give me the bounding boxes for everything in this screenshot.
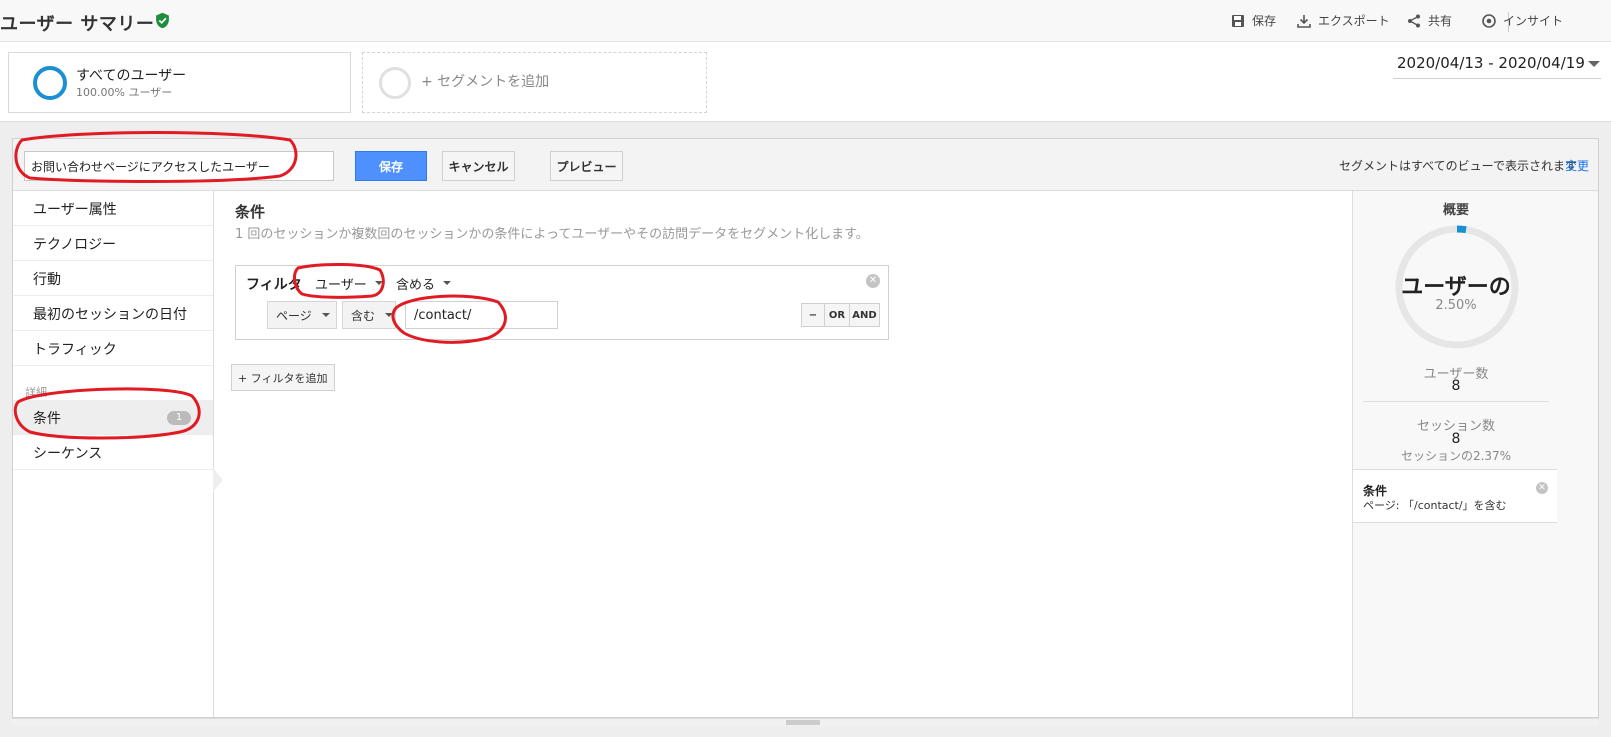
- operator-value: 含む: [351, 308, 376, 323]
- empty-segment-ring-icon: [379, 67, 411, 99]
- insights-button[interactable]: インサイト: [1481, 12, 1563, 29]
- summary-panel: 概要 ユーザーの 2.50% ユーザー数 8 セッション数 8 セッションの2.…: [1352, 191, 1598, 717]
- remove-condition-button[interactable]: −: [801, 303, 825, 327]
- segment-share: 100.00% ユーザー: [76, 86, 173, 99]
- condition-value-input[interactable]: [405, 301, 558, 329]
- nav-advanced-header: 詳細: [25, 386, 47, 399]
- segment-editor: 保存 キャンセル プレビュー セグメントはすべてのビューで表示されます 変更 ユ…: [12, 138, 1599, 718]
- filter-include-value: 含める: [396, 277, 436, 293]
- export-button[interactable]: エクスポート: [1296, 12, 1390, 29]
- sessions-value: 8: [1451, 431, 1461, 447]
- insights-icon: [1482, 13, 1496, 28]
- share-icon: [1408, 14, 1420, 27]
- add-segment-button[interactable]: + セグメントを追加: [362, 52, 707, 113]
- summary-percent: 2.50%: [1435, 298, 1477, 313]
- nav-item-demographics[interactable]: ユーザー属性: [13, 191, 213, 226]
- nav-item-sequences[interactable]: シーケンス: [13, 435, 213, 470]
- summary-condition-text: ページ: 「/contact/」を含む: [1363, 499, 1507, 512]
- sessions-percent: セッションの2.37%: [1400, 449, 1512, 463]
- filter-block: フィルタ ユーザー 含める ✕ ページ 含む − OR AND: [235, 265, 889, 340]
- nav-item-first-session-date[interactable]: 最初のセッションの日付: [13, 296, 213, 331]
- filter-include-dropdown[interactable]: 含める: [396, 273, 452, 293]
- chevron-down-icon[interactable]: [1588, 61, 1600, 67]
- summary-condition-card: 条件 ページ: 「/contact/」を含む ✕: [1353, 469, 1557, 523]
- conditions-count-badge: 1: [167, 411, 191, 425]
- filter-scope-value: ユーザー: [315, 277, 367, 293]
- filter-scope-dropdown[interactable]: ユーザー: [311, 273, 387, 293]
- verified-shield-icon: [156, 12, 169, 29]
- download-icon: [1297, 14, 1311, 28]
- summary-title: 概要: [1442, 203, 1469, 218]
- dimension-dropdown[interactable]: ページ: [267, 301, 337, 329]
- users-value: 8: [1451, 378, 1461, 394]
- visibility-note: セグメントはすべてのビューで表示されます: [1339, 159, 1577, 173]
- remove-condition-icon[interactable]: ✕: [1536, 482, 1548, 494]
- add-filter-button[interactable]: + フィルタを追加: [231, 364, 335, 391]
- date-range-underline: [1393, 78, 1601, 79]
- remove-filter-icon[interactable]: ✕: [866, 274, 880, 288]
- save-report-button[interactable]: 保存: [1230, 12, 1276, 29]
- selected-nav-pointer: [213, 468, 223, 492]
- share-label: 共有: [1428, 14, 1453, 28]
- segment-editor-toolbar: 保存 キャンセル プレビュー セグメントはすべてのビューで表示されます 変更: [13, 139, 1598, 191]
- date-range-picker[interactable]: 2020/04/13 - 2020/04/19: [1397, 54, 1585, 72]
- and-button[interactable]: AND: [849, 303, 880, 327]
- cancel-button[interactable]: キャンセル: [442, 151, 515, 181]
- dimension-value: ページ: [276, 308, 312, 323]
- insights-label: インサイト: [1503, 14, 1564, 28]
- chevron-down-icon: [385, 313, 394, 317]
- nav-item-conditions[interactable]: 条件 1: [13, 400, 213, 435]
- change-visibility-link[interactable]: 変更: [1565, 157, 1589, 174]
- export-label: エクスポート: [1318, 14, 1390, 28]
- filter-label: フィルタ: [246, 277, 302, 293]
- share-button[interactable]: 共有: [1406, 12, 1452, 29]
- save-icon: [1232, 14, 1244, 27]
- chevron-down-icon: [443, 281, 452, 285]
- preview-button[interactable]: プレビュー: [550, 151, 623, 181]
- nav-conditions-label: 条件: [33, 411, 61, 427]
- segment-name-input[interactable]: [24, 151, 334, 181]
- or-button[interactable]: OR: [824, 303, 850, 327]
- summary-divider: [1363, 401, 1549, 402]
- chevron-down-icon: [321, 313, 330, 317]
- add-segment-label: + セグメントを追加: [421, 74, 550, 90]
- conditions-title: 条件: [235, 203, 266, 221]
- chevron-down-icon: [374, 281, 383, 285]
- scrollbar-thumb[interactable]: [786, 720, 820, 725]
- save-button[interactable]: 保存: [355, 151, 427, 181]
- segment-category-nav: ユーザー属性 テクノロジー 行動 最初のセッションの日付 トラフィック 詳細 条…: [13, 191, 223, 717]
- page-title: ユーザー サマリー: [0, 14, 155, 35]
- nav-item-technology[interactable]: テクノロジー: [13, 226, 213, 261]
- operator-dropdown[interactable]: 含む: [342, 301, 396, 329]
- save-report-label: 保存: [1252, 14, 1277, 28]
- conditions-description: 1 回のセッションか複数回のセッションかの条件によってユーザーやその訪問データを…: [235, 227, 869, 242]
- nav-item-traffic[interactable]: トラフィック: [13, 331, 213, 366]
- segment-ring-icon: [33, 66, 67, 100]
- segment-card-all-users[interactable]: すべてのユーザー 100.00% ユーザー: [8, 52, 351, 113]
- segment-name: すべてのユーザー: [76, 68, 187, 84]
- nav-item-behavior[interactable]: 行動: [13, 261, 213, 296]
- summary-headline: ユーザーの: [1401, 275, 1511, 300]
